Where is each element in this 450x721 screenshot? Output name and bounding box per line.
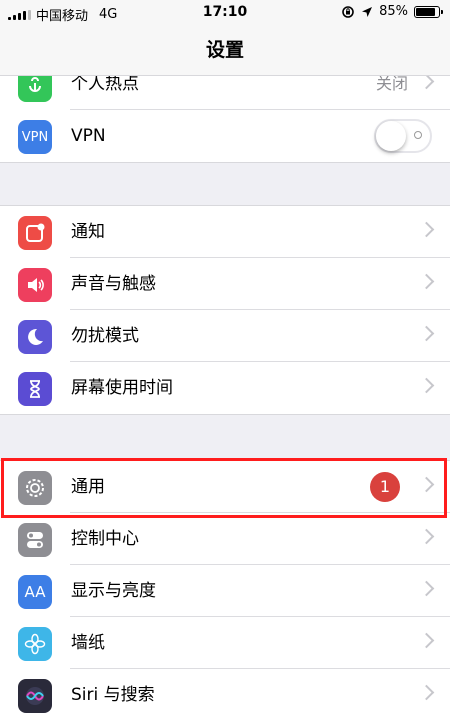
row-do-not-disturb[interactable]: 勿扰模式: [0, 310, 450, 362]
chevron-right-icon: [418, 221, 435, 238]
battery-percent: 85%: [379, 4, 408, 19]
chevron-right-icon: [418, 580, 435, 597]
row-label: 勿扰模式: [71, 326, 139, 346]
highlight-box: [1, 458, 447, 518]
status-bar: 中国移动 4G 17:10 85%: [0, 0, 450, 26]
orientation-lock-icon: [342, 5, 354, 18]
vpn-toggle[interactable]: [374, 119, 432, 153]
chevron-right-icon: [418, 377, 435, 394]
row-label: Siri 与搜索: [71, 685, 155, 705]
row-label: VPN: [71, 126, 106, 146]
chevron-right-icon: [418, 73, 435, 90]
battery-icon: [414, 5, 443, 18]
row-label: 控制中心: [71, 529, 139, 549]
row-label: 声音与触感: [71, 274, 156, 294]
group-notifications: 通知 声音与触感 勿扰模式 屏幕使用时间: [0, 205, 450, 415]
chevron-right-icon: [418, 273, 435, 290]
notifications-icon: [18, 216, 52, 250]
row-control-center[interactable]: 控制中心: [0, 513, 450, 565]
speaker-icon: [18, 268, 52, 302]
row-label: 墙纸: [71, 633, 105, 653]
row-vpn[interactable]: VPN VPN: [0, 110, 450, 162]
chevron-right-icon: [418, 325, 435, 342]
location-icon: [362, 6, 373, 17]
chevron-right-icon: [418, 632, 435, 649]
row-label: 屏幕使用时间: [71, 378, 173, 398]
siri-icon: [18, 679, 52, 713]
row-label: 通知: [71, 222, 105, 242]
row-notifications[interactable]: 通知: [0, 206, 450, 258]
row-sounds[interactable]: 声音与触感: [0, 258, 450, 310]
hourglass-icon: [18, 372, 52, 406]
chevron-right-icon: [418, 528, 435, 545]
row-label: 显示与亮度: [71, 581, 156, 601]
status-right: 85%: [341, 4, 443, 19]
row-display-brightness[interactable]: AA 显示与亮度: [0, 565, 450, 617]
flower-icon: [18, 627, 52, 661]
row-wallpaper[interactable]: 墙纸: [0, 617, 450, 669]
moon-icon: [18, 320, 52, 354]
page-title: 设置: [0, 26, 450, 76]
vpn-icon: VPN: [18, 120, 52, 154]
display-icon: AA: [18, 575, 52, 609]
row-siri-search[interactable]: Siri 与搜索: [0, 669, 450, 721]
row-screen-time[interactable]: 屏幕使用时间: [0, 362, 450, 414]
chevron-right-icon: [418, 684, 435, 701]
toggles-icon: [18, 523, 52, 557]
